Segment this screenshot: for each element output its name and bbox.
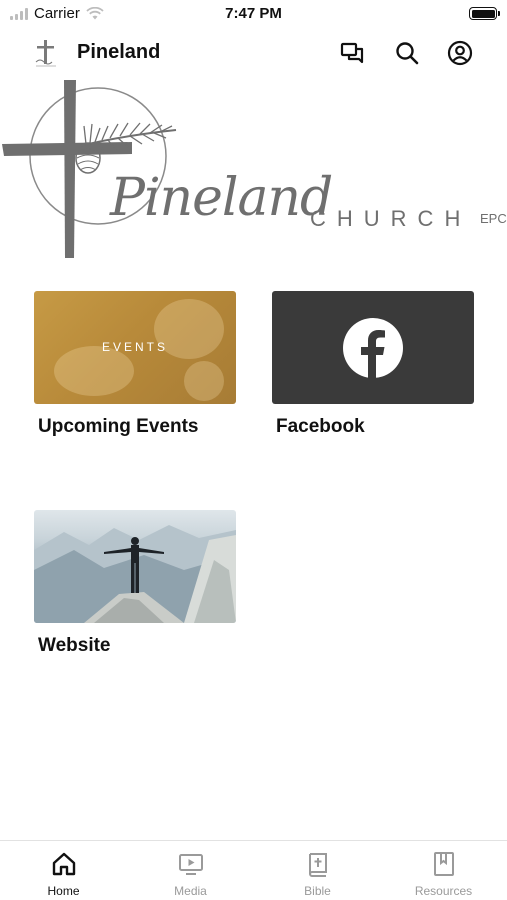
status-bar: Carrier 7:47 PM <box>0 0 507 28</box>
tab-home[interactable]: Home <box>0 841 127 900</box>
facebook-image[interactable] <box>272 291 474 404</box>
hero-epc-label: EPC <box>480 211 507 226</box>
tile-label[interactable]: Facebook <box>276 416 474 438</box>
tile-upcoming-events[interactable]: EVENTS Upcoming Events <box>34 291 236 438</box>
website-image[interactable] <box>34 510 236 623</box>
hero-church-word: CHURCH <box>310 206 472 231</box>
battery-icon <box>469 7 500 20</box>
tile-label[interactable]: Website <box>38 635 236 657</box>
chat-icon[interactable] <box>338 38 368 68</box>
bookmark-icon <box>433 852 454 876</box>
tab-bible[interactable]: Bible <box>254 841 381 900</box>
status-time: 7:47 PM <box>225 5 282 22</box>
nav-title: Pineland <box>77 41 161 63</box>
tile-website[interactable]: Website <box>34 510 236 657</box>
church-logo-banner: Pineland CHURCH EPC <box>0 76 507 262</box>
nav-bar: Pineland <box>0 30 507 76</box>
tile-facebook[interactable]: Facebook <box>272 291 474 438</box>
church-logo-icon[interactable] <box>32 38 60 68</box>
tab-media[interactable]: Media <box>127 841 254 900</box>
tab-label: Resources <box>414 884 473 898</box>
tile-label[interactable]: Upcoming Events <box>38 416 236 438</box>
account-icon[interactable] <box>445 38 475 68</box>
tab-resources[interactable]: Resources <box>380 841 507 900</box>
events-image-text: EVENTS <box>101 340 168 354</box>
hero-church-name: Pineland <box>110 168 333 228</box>
events-image[interactable]: EVENTS <box>34 291 236 404</box>
search-icon[interactable] <box>392 38 422 68</box>
tab-label: Media <box>174 884 207 898</box>
mountain-person-image <box>34 525 236 623</box>
bible-icon <box>308 853 327 877</box>
tab-bar: Home Media Bible Resources <box>0 840 507 900</box>
tab-label: Home <box>47 884 80 898</box>
tab-label: Bible <box>304 884 331 898</box>
home-icon <box>52 852 75 876</box>
facebook-icon <box>343 317 403 379</box>
media-icon <box>178 854 203 875</box>
